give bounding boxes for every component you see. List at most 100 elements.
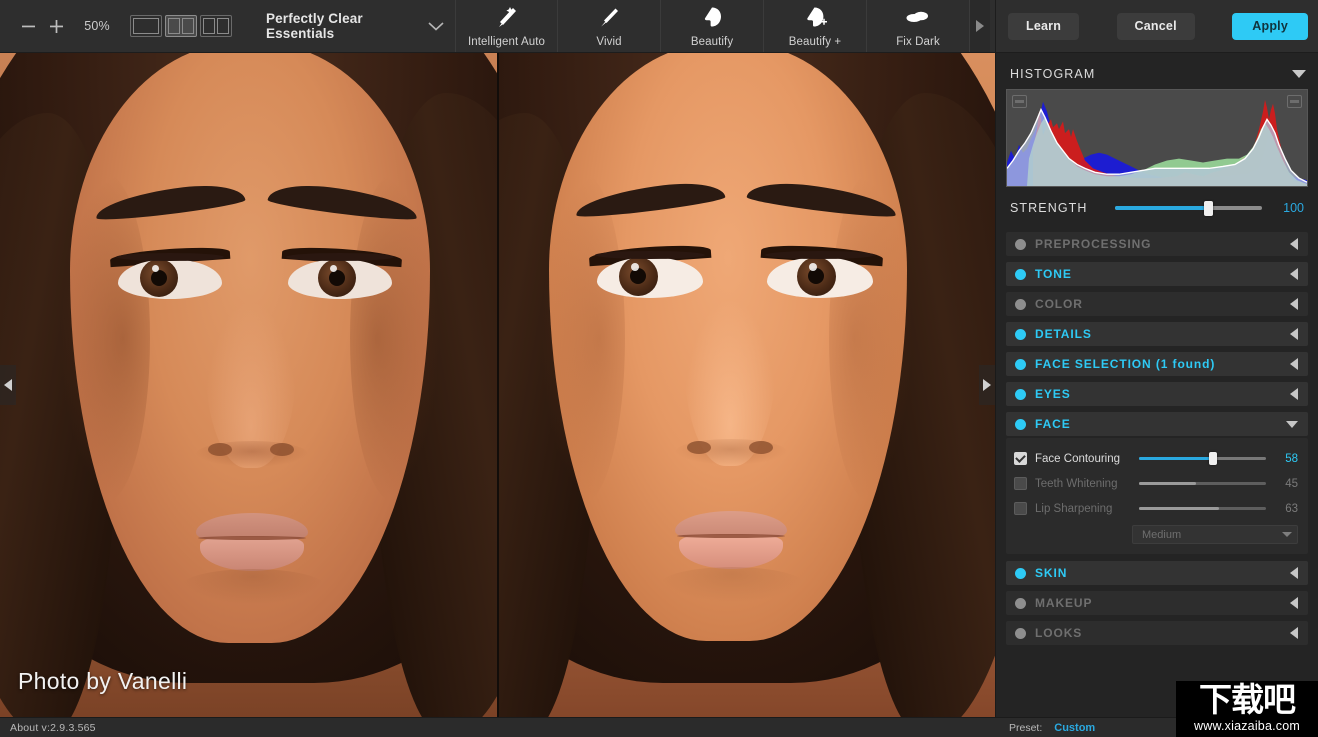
strength-value[interactable]: 100 — [1272, 201, 1304, 215]
zoom-level-value[interactable]: 50% — [80, 19, 114, 33]
enable-dot-icon[interactable] — [1015, 238, 1026, 250]
perfectly-clear-window: 50% Perfectly Clear Essentials Intellige… — [0, 0, 1318, 737]
chevron-down-icon[interactable] — [421, 20, 451, 32]
zoom-out-icon[interactable] — [14, 12, 42, 40]
split-view-button[interactable] — [165, 15, 197, 37]
dropdown-value: Medium — [1142, 528, 1182, 541]
enable-dot-icon[interactable] — [1015, 328, 1026, 340]
right-panel-collapse-handle[interactable] — [979, 365, 995, 405]
cancel-button[interactable]: Cancel — [1116, 12, 1195, 40]
toolbar-scroll-right-button[interactable] — [970, 0, 990, 52]
before-image-pane[interactable] — [0, 53, 497, 717]
image-preview-canvas[interactable]: Photo by Vanelli — [0, 53, 995, 717]
triangle-left-icon[interactable] — [1290, 388, 1298, 400]
face-section-body: Face Contouring 58 Teeth Whitening 45 Li… — [1006, 438, 1308, 554]
section-face[interactable]: FACE — [1006, 412, 1308, 436]
lip-sharpening-value[interactable]: 63 — [1274, 503, 1298, 515]
strength-label: STRENGTH — [1010, 201, 1088, 215]
histogram-header[interactable]: HISTOGRAM — [1006, 61, 1308, 89]
teeth-whitening-slider[interactable] — [1139, 477, 1267, 491]
section-color[interactable]: COLOR — [1006, 292, 1308, 316]
single-view-button[interactable] — [130, 15, 162, 37]
tool-beautify[interactable]: Beautify — [661, 0, 764, 52]
triangle-down-icon[interactable] — [1286, 420, 1298, 428]
tool-intelligent-auto[interactable]: Intelligent Auto — [455, 0, 558, 52]
after-image-pane[interactable] — [497, 53, 995, 717]
triangle-down-icon[interactable] — [1292, 70, 1306, 78]
enable-dot-icon[interactable] — [1015, 358, 1026, 370]
section-preprocessing[interactable]: PREPROCESSING — [1006, 232, 1308, 256]
learn-button[interactable]: Learn — [1008, 12, 1080, 40]
strength-slider[interactable] — [1115, 200, 1262, 216]
face-contouring-checkbox[interactable] — [1014, 452, 1027, 465]
lip-sharpening-amount-dropdown[interactable]: Medium — [1132, 525, 1298, 544]
before-after-divider[interactable] — [497, 53, 499, 717]
face-contouring-slider[interactable] — [1139, 452, 1267, 466]
tool-vivid[interactable]: Vivid — [558, 0, 661, 52]
section-label: DETAILS — [1035, 327, 1092, 341]
cloud-icon — [904, 5, 932, 31]
triangle-left-icon[interactable] — [1290, 298, 1298, 310]
triangle-left-icon[interactable] — [1290, 358, 1298, 370]
face-icon — [699, 5, 725, 31]
histogram-svg — [1007, 99, 1307, 186]
section-makeup[interactable]: MAKEUP — [1006, 591, 1308, 615]
chevron-down-icon — [1282, 532, 1292, 537]
status-bar: About v:2.9.3.565 Preset: Custom — [0, 717, 1318, 737]
side-by-side-view-button[interactable] — [200, 15, 232, 37]
section-face-selection[interactable]: FACE SELECTION (1 found) — [1006, 352, 1308, 376]
enable-dot-icon[interactable] — [1015, 418, 1026, 430]
magic-wand-icon — [494, 5, 520, 31]
teeth-whitening-value[interactable]: 45 — [1274, 478, 1298, 490]
triangle-left-icon[interactable] — [1290, 268, 1298, 280]
tool-label: Beautify — [690, 35, 734, 48]
triangle-left-icon[interactable] — [1290, 627, 1298, 639]
enable-dot-icon[interactable] — [1015, 567, 1026, 579]
tool-strip: Intelligent Auto Vivid Beautify Beautify… — [455, 0, 995, 52]
zoom-in-icon[interactable] — [42, 12, 70, 40]
preset-label: Preset: — [1009, 721, 1043, 734]
tool-label: Intelligent Auto — [467, 35, 546, 48]
enable-dot-icon[interactable] — [1015, 627, 1026, 639]
lip-sharpening-checkbox[interactable] — [1014, 502, 1027, 515]
section-skin[interactable]: SKIN — [1006, 561, 1308, 585]
enable-dot-icon[interactable] — [1015, 597, 1026, 609]
toolbar-left-group: 50% Perfectly Clear Essentials — [0, 0, 455, 52]
section-details[interactable]: DETAILS — [1006, 322, 1308, 346]
section-eyes[interactable]: EYES — [1006, 382, 1308, 406]
preset-value[interactable]: Custom — [1054, 722, 1095, 734]
section-label: PREPROCESSING — [1035, 237, 1152, 251]
triangle-left-icon[interactable] — [1290, 597, 1298, 609]
section-looks[interactable]: LOOKS — [1006, 621, 1308, 645]
apply-button[interactable]: Apply — [1232, 12, 1308, 40]
section-label: COLOR — [1035, 297, 1083, 311]
teeth-whitening-checkbox[interactable] — [1014, 477, 1027, 490]
tool-label: Vivid — [596, 35, 622, 48]
enable-dot-icon[interactable] — [1015, 298, 1026, 310]
face-plus-icon — [802, 5, 828, 31]
lip-sharpening-slider[interactable] — [1139, 502, 1267, 516]
teeth-whitening-row: Teeth Whitening 45 — [1014, 471, 1298, 496]
tool-fix-dark[interactable]: Fix Dark — [867, 0, 970, 52]
about-version-link[interactable]: About v:2.9.3.565 — [0, 722, 96, 734]
adjustments-panel: HISTOGRAM STRENGTH 100 PREPROCESSING TON… — [995, 53, 1318, 717]
tool-beautify-plus[interactable]: Beautify + — [764, 0, 867, 52]
triangle-left-icon[interactable] — [1290, 238, 1298, 250]
histogram-title: HISTOGRAM — [1010, 67, 1096, 81]
tool-label: Beautify + — [788, 35, 842, 48]
action-buttons: Learn Cancel Apply — [995, 0, 1318, 52]
section-label: FACE — [1035, 417, 1071, 431]
face-contouring-value[interactable]: 58 — [1274, 453, 1298, 465]
brush-icon — [596, 5, 622, 31]
enable-dot-icon[interactable] — [1015, 268, 1026, 280]
page-title: Perfectly Clear Essentials — [266, 11, 363, 41]
section-label: FACE SELECTION (1 found) — [1035, 357, 1216, 371]
watermark-url: www.xiazaiba.com — [1193, 719, 1300, 733]
triangle-left-icon[interactable] — [1290, 567, 1298, 579]
triangle-left-icon[interactable] — [1290, 328, 1298, 340]
section-tone[interactable]: TONE — [1006, 262, 1308, 286]
left-panel-collapse-handle[interactable] — [0, 365, 16, 405]
enable-dot-icon[interactable] — [1015, 388, 1026, 400]
section-label: MAKEUP — [1035, 596, 1093, 610]
watermark-text: 下载吧 — [1199, 681, 1296, 719]
